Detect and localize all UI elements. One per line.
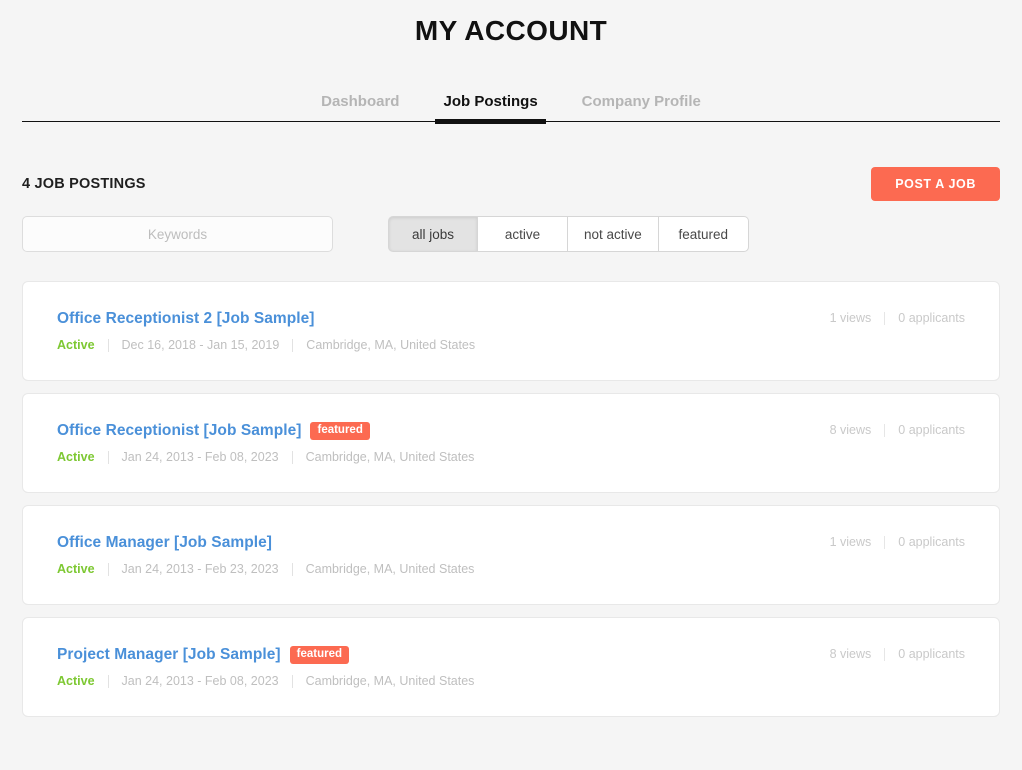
job-stats: 1 views 0 applicants [830,535,965,549]
tab-dashboard[interactable]: Dashboard [299,94,421,121]
job-applicants-count: 0 applicants [898,423,965,437]
stat-divider [884,535,886,549]
job-posting-card[interactable]: Office Receptionist 2 [Job Sample] Active… [22,281,1000,381]
page-title: MY ACCOUNT [414,15,608,46]
meta-divider [291,450,293,464]
filter-row: all jobsactivenot activefeatured [0,216,1022,252]
featured-badge: featured [310,422,370,440]
job-title-row: Office Receptionist [Job Sample] featured [57,422,474,440]
meta-divider [107,562,109,576]
meta-divider [291,562,293,576]
stat-divider [884,311,886,325]
job-date-range: Jan 24, 2013 - Feb 08, 2023 [121,450,279,464]
job-meta-row: Active Dec 16, 2018 - Jan 15, 2019 Cambrid… [57,338,475,352]
tab-company-profile[interactable]: Company Profile [560,94,723,121]
filter-not-active[interactable]: not active [568,216,659,252]
keywords-search-input[interactable] [22,216,333,252]
job-views-count: 8 views [829,647,872,661]
meta-divider [291,674,293,688]
meta-divider [292,338,294,352]
job-date-range: Jan 24, 2013 - Feb 23, 2023 [121,562,279,576]
job-location: Cambridge, MA, United States [305,562,475,576]
job-postings-list: Office Receptionist 2 [Job Sample] Active… [0,281,1022,717]
job-title-row: Office Receptionist 2 [Job Sample] [57,310,475,328]
stat-divider [884,423,886,437]
job-card-main: Project Manager [Job Sample] featured Acti… [57,646,474,688]
job-stats: 8 views 0 applicants [830,423,965,437]
job-applicants-count: 0 applicants [898,647,965,661]
job-title-link[interactable]: Office Receptionist 2 [Job Sample] [57,310,315,328]
featured-badge: featured [289,646,349,664]
job-meta-row: Active Jan 24, 2013 - Feb 08, 2023 Cambrid… [57,674,474,688]
job-status-badge: Active [57,450,95,464]
job-title-link[interactable]: Office Manager [Job Sample] [57,534,272,552]
job-meta-row: Active Jan 24, 2013 - Feb 23, 2023 Cambrid… [57,562,474,576]
job-status-filter-group: all jobs active not active featured [388,216,749,252]
job-posting-card[interactable]: Office Receptionist [Job Sample] featured… [22,393,1000,493]
job-title-row: Office Manager [Job Sample] [57,534,474,552]
job-date-range: Jan 24, 2013 - Feb 08, 2023 [121,674,279,688]
job-posting-card[interactable]: Office Manager [Job Sample] Active Jan 24,… [22,505,1000,605]
job-location: Cambridge, MA, United States [305,450,475,464]
job-views-count: 1 views [829,535,872,549]
job-status-badge: Active [57,338,95,352]
job-stats: 8 views 0 applicants [830,647,965,661]
filter-active[interactable]: active [478,216,568,252]
job-status-badge: Active [57,562,95,576]
filter-all-jobs[interactable]: all jobs [388,216,478,252]
job-count-heading: 4 JOB POSTINGS [22,176,146,192]
job-applicants-count: 0 applicants [898,311,965,325]
job-title-link[interactable]: Office Receptionist [Job Sample] [57,422,301,440]
listing-toolbar: 4 JOB POSTINGS POST A JOB [0,167,1022,201]
job-posting-card[interactable]: Project Manager [Job Sample] featured Acti… [22,617,1000,717]
job-title-link[interactable]: Project Manager [Job Sample] [57,646,281,664]
job-views-count: 1 views [829,311,872,325]
meta-divider [107,450,109,464]
job-applicants-count: 0 applicants [898,535,965,549]
job-stats: 1 views 0 applicants [830,311,965,325]
meta-divider [107,674,109,688]
stat-divider [884,647,886,661]
job-card-main: Office Receptionist 2 [Job Sample] Active… [57,310,475,352]
account-tabs: Dashboard Job Postings Company Profile [22,84,1000,124]
job-meta-row: Active Jan 24, 2013 - Feb 08, 2023 Cambrid… [57,450,474,464]
job-location: Cambridge, MA, United States [306,338,476,352]
post-a-job-button[interactable]: POST A JOB [871,167,1000,201]
job-card-main: Office Receptionist [Job Sample] featured… [57,422,474,464]
meta-divider [107,338,109,352]
tab-job-postings[interactable]: Job Postings [421,94,559,124]
job-status-badge: Active [57,674,95,688]
job-date-range: Dec 16, 2018 - Jan 15, 2019 [121,338,280,352]
tabs-container: Dashboard Job Postings Company Profile [0,84,1022,124]
job-location: Cambridge, MA, United States [305,674,475,688]
job-card-main: Office Manager [Job Sample] Active Jan 24,… [57,534,474,576]
my-account-page: MY ACCOUNT Dashboard Job Postings Company … [0,0,1022,770]
job-views-count: 8 views [829,423,872,437]
job-title-row: Project Manager [Job Sample] featured [57,646,474,664]
filter-featured[interactable]: featured [658,216,749,252]
